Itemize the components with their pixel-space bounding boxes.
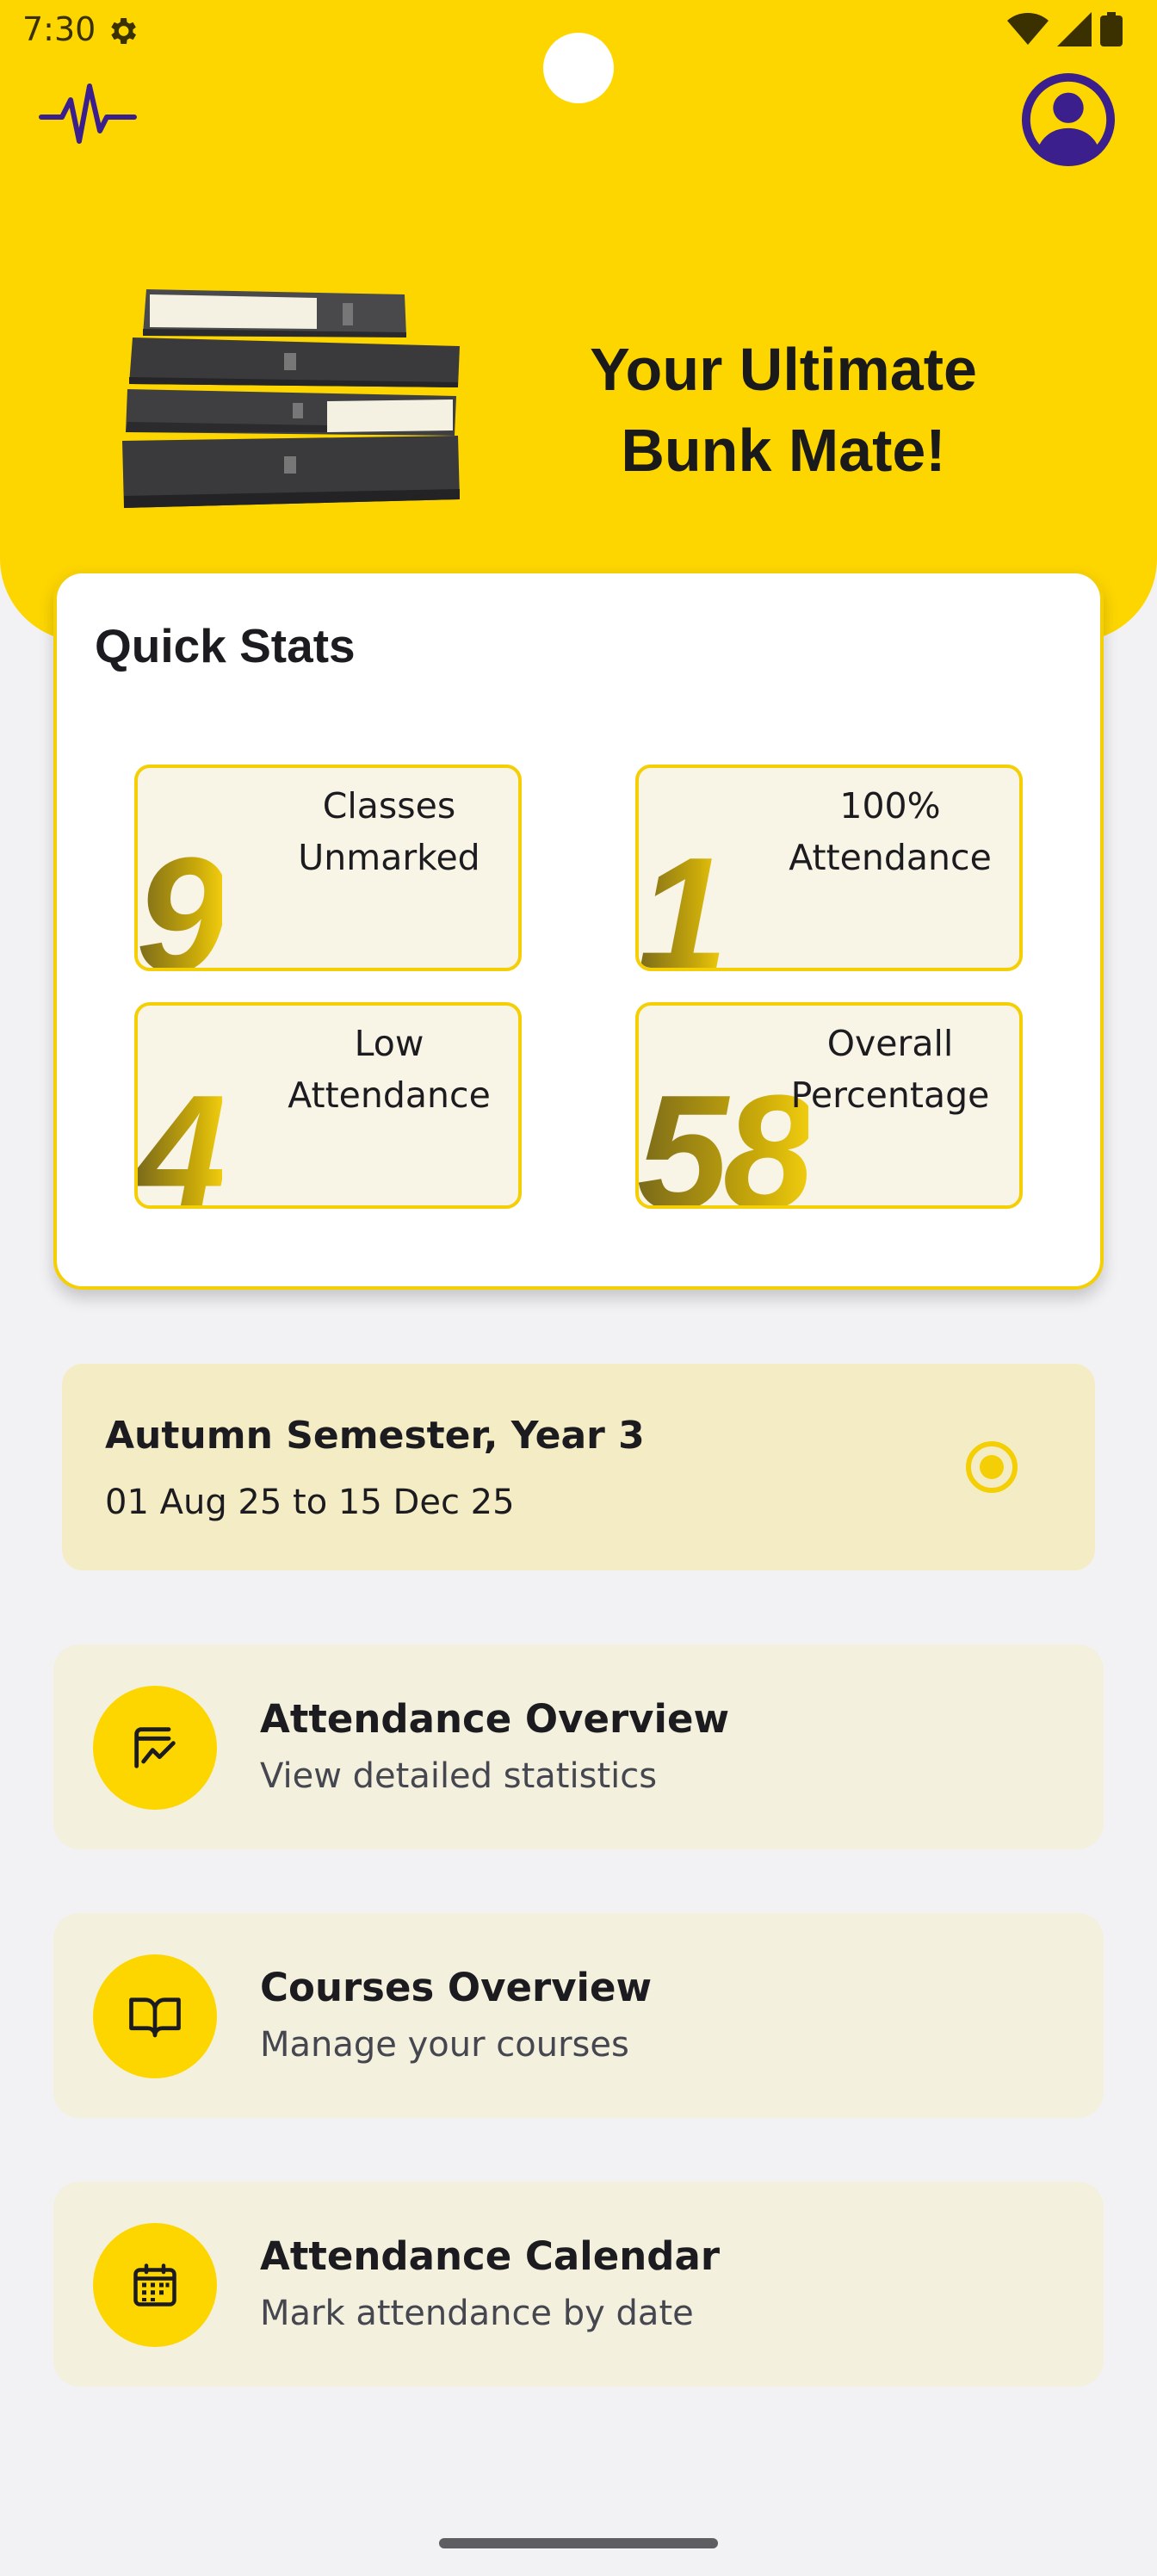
home-indicator[interactable] bbox=[439, 2538, 718, 2548]
tagline: Your Ultimate Bunk Mate! bbox=[517, 329, 1050, 491]
wifi-icon bbox=[1007, 13, 1049, 45]
quick-stats-card: Quick Stats Classes Unmarked 9 100% Atte… bbox=[53, 570, 1104, 1290]
stat-label-line1: Overall bbox=[826, 1023, 954, 1064]
menu-title: Attendance Overview bbox=[260, 1696, 730, 1742]
battery-icon bbox=[1100, 12, 1123, 46]
menu-subtitle: Manage your courses bbox=[260, 2025, 629, 2065]
open-book-icon bbox=[129, 1997, 181, 2038]
stat-label-line1: Classes bbox=[322, 785, 456, 827]
courses-overview-card[interactable]: Courses Overview Manage your courses bbox=[53, 1913, 1104, 2118]
menu-icon-circle bbox=[93, 2223, 217, 2347]
menu-title: Courses Overview bbox=[260, 1965, 653, 2010]
stat-label: Classes Unmarked bbox=[277, 780, 501, 883]
menu-title: Attendance Calendar bbox=[260, 2233, 721, 2279]
stat-value: 9 bbox=[138, 833, 227, 968]
stat-label-line2: Percentage bbox=[790, 1074, 990, 1116]
menu-icon-circle bbox=[93, 1686, 217, 1810]
semester-card[interactable]: Autumn Semester, Year 3 01 Aug 25 to 15 … bbox=[62, 1364, 1095, 1570]
menu-subtitle: Mark attendance by date bbox=[260, 2294, 694, 2333]
signal-icon bbox=[1057, 12, 1092, 46]
stat-label: Low Attendance bbox=[277, 1018, 501, 1121]
status-time: 7:30 bbox=[22, 10, 96, 48]
semester-name: Autumn Semester, Year 3 bbox=[105, 1414, 645, 1458]
settings-gear-icon bbox=[111, 18, 136, 44]
menu-icon-circle bbox=[93, 1954, 217, 2078]
stat-label: 100% Attendance bbox=[778, 780, 1002, 883]
stat-value: 1 bbox=[639, 833, 728, 968]
attendance-overview-card[interactable]: Attendance Overview View detailed statis… bbox=[53, 1644, 1104, 1849]
tagline-line1: Your Ultimate bbox=[590, 336, 977, 403]
attendance-calendar-card[interactable]: Attendance Calendar Mark attendance by d… bbox=[53, 2182, 1104, 2387]
camera-cutout bbox=[543, 33, 614, 103]
semester-radio-selected[interactable] bbox=[966, 1441, 1018, 1493]
books-illustration bbox=[122, 289, 460, 508]
menu-subtitle: View detailed statistics bbox=[260, 1756, 658, 1796]
chart-trend-icon bbox=[134, 1727, 176, 1768]
pulse-waveform-icon[interactable] bbox=[38, 79, 138, 152]
tagline-line2: Bunk Mate! bbox=[621, 417, 946, 484]
calendar-icon bbox=[133, 2263, 176, 2307]
stat-label-line2: Attendance bbox=[789, 837, 992, 878]
stat-label: Overall Percentage bbox=[778, 1018, 1002, 1121]
semester-dates: 01 Aug 25 to 15 Dec 25 bbox=[105, 1483, 515, 1522]
status-icons bbox=[1007, 12, 1123, 46]
stat-full-attendance[interactable]: 100% Attendance 1 bbox=[635, 765, 1023, 971]
stat-label-line1: 100% bbox=[839, 785, 941, 827]
stat-label-line2: Attendance bbox=[288, 1074, 491, 1116]
stat-value: 4 bbox=[138, 1071, 227, 1205]
quick-stats-title: Quick Stats bbox=[95, 619, 356, 672]
stat-label-line2: Unmarked bbox=[298, 837, 480, 878]
header: 7:30 Your Ultimate Bunk Mate! bbox=[0, 0, 1157, 641]
stat-overall-percentage[interactable]: Overall Percentage 58 bbox=[635, 1002, 1023, 1209]
account-circle-icon[interactable] bbox=[1021, 72, 1116, 167]
stat-low-attendance[interactable]: Low Attendance 4 bbox=[134, 1002, 522, 1209]
stat-classes-unmarked[interactable]: Classes Unmarked 9 bbox=[134, 765, 522, 971]
stat-label-line1: Low bbox=[354, 1023, 424, 1064]
